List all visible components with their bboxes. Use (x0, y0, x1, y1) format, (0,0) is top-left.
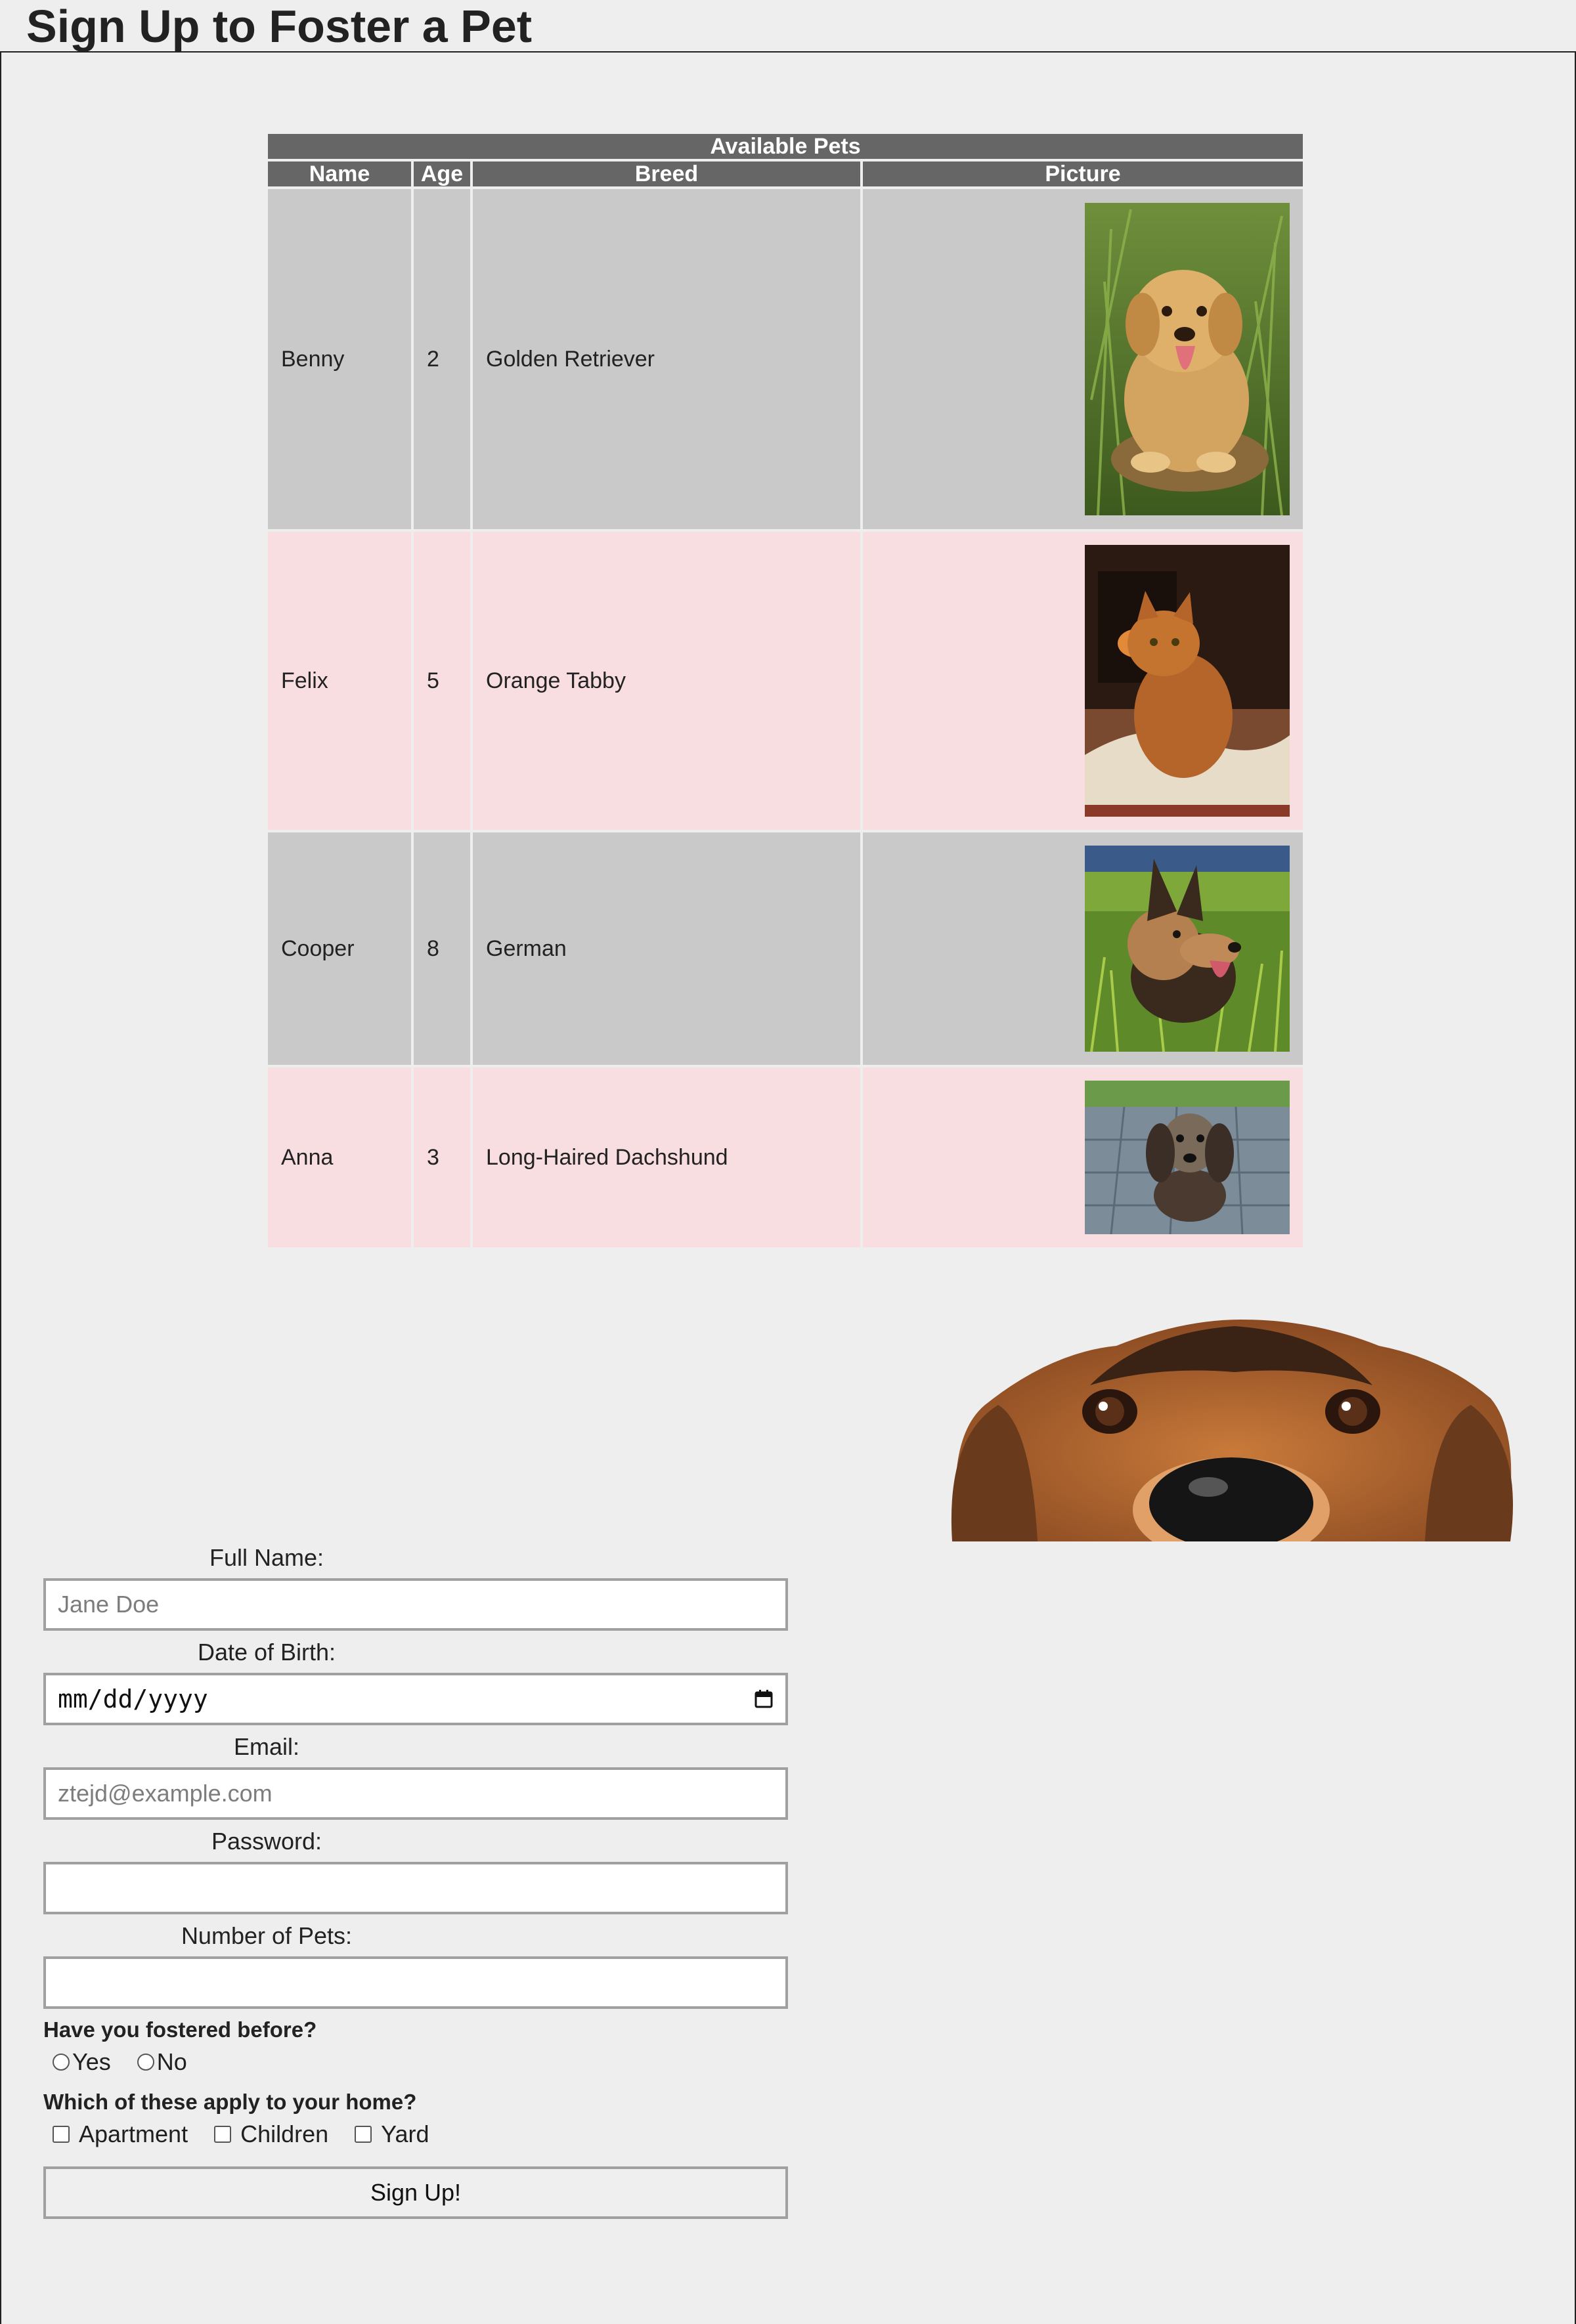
table-row: Felix 5 Orange Tabby (268, 532, 1303, 830)
peeking-dog-photo (951, 1320, 1513, 1541)
dob-input[interactable]: mm/dd/yyyy (43, 1673, 788, 1725)
pet-age: 8 (414, 832, 470, 1065)
fostered-yes-label: Yes (72, 2048, 111, 2075)
golden-retriever-photo (1085, 203, 1290, 515)
pet-breed: Long-Haired Dachshund (473, 1067, 860, 1247)
home-yard-option[interactable]: Yard (355, 2120, 429, 2148)
fostered-no-label: No (156, 2048, 187, 2075)
pet-name: Benny (268, 189, 411, 529)
pet-picture-cell (863, 189, 1303, 529)
pet-age: 3 (414, 1067, 470, 1247)
table-row: Anna 3 Long-Haired Dachshund (268, 1067, 1303, 1247)
page-title: Sign Up to Foster a Pet (26, 1, 533, 52)
pet-name: Cooper (268, 832, 411, 1065)
pet-breed: German (473, 832, 860, 1065)
number-of-pets-input[interactable] (43, 1956, 788, 2009)
password-label: Password: (211, 1828, 322, 1855)
home-children-label: Children (240, 2120, 329, 2147)
home-children-option[interactable]: Children (214, 2120, 328, 2148)
email-input[interactable] (43, 1767, 788, 1820)
home-yard-checkbox[interactable] (355, 2126, 372, 2143)
signup-form: Full Name: Date of Birth: mm/dd/yyyy Ema… (43, 1543, 788, 2219)
email-label: Email: (233, 1733, 300, 1760)
column-header-name: Name (268, 161, 411, 186)
pet-name: Felix (268, 532, 411, 830)
number-of-pets-label: Number of Pets: (181, 1922, 353, 1949)
table-row: Benny 2 Golden Retriever (268, 189, 1303, 529)
pet-breed: Orange Tabby (473, 532, 860, 830)
pet-age: 5 (414, 532, 470, 830)
pet-picture-cell (863, 532, 1303, 830)
table-row: Cooper 8 German (268, 832, 1303, 1065)
pet-name: Anna (268, 1067, 411, 1247)
pets-table: Available Pets Name Age Breed Picture Be… (265, 131, 1305, 1250)
table-caption: Available Pets (268, 134, 1303, 159)
full-name-label: Full Name: (209, 1544, 324, 1571)
fostered-yes-option[interactable]: Yes (53, 2048, 111, 2076)
column-header-picture: Picture (863, 161, 1303, 186)
calendar-icon[interactable] (754, 1689, 774, 1709)
dob-placeholder: mm/dd/yyyy (58, 1685, 208, 1713)
password-input[interactable] (43, 1862, 788, 1914)
pet-picture-cell (863, 1067, 1303, 1247)
home-question: Which of these apply to your home? (43, 2090, 417, 2114)
fostered-question: Have you fostered before? (43, 2017, 317, 2042)
column-header-age: Age (414, 161, 470, 186)
pet-age: 2 (414, 189, 470, 529)
column-header-breed: Breed (473, 161, 860, 186)
home-apartment-label: Apartment (79, 2120, 188, 2147)
home-yard-label: Yard (381, 2120, 429, 2147)
dob-label: Date of Birth: (197, 1639, 336, 1666)
german-shepherd-photo (1085, 846, 1290, 1052)
pet-breed: Golden Retriever (473, 189, 860, 529)
fostered-no-option[interactable]: No (137, 2048, 187, 2076)
full-name-input[interactable] (43, 1578, 788, 1631)
home-options: Apartment Children Yard (43, 2120, 788, 2148)
home-apartment-option[interactable]: Apartment (53, 2120, 188, 2148)
pet-picture-cell (863, 832, 1303, 1065)
dachshund-photo (1085, 1081, 1290, 1234)
fostered-yes-radio[interactable] (53, 2054, 70, 2071)
orange-tabby-cat-photo (1085, 545, 1290, 817)
sign-up-button[interactable]: Sign Up! (43, 2166, 788, 2219)
fostered-no-radio[interactable] (137, 2054, 154, 2071)
page: Sign Up to Foster a Pet Available Pets N… (0, 0, 1576, 2324)
home-apartment-checkbox[interactable] (53, 2126, 70, 2143)
home-children-checkbox[interactable] (214, 2126, 232, 2143)
fostered-options: Yes No (43, 2048, 788, 2076)
